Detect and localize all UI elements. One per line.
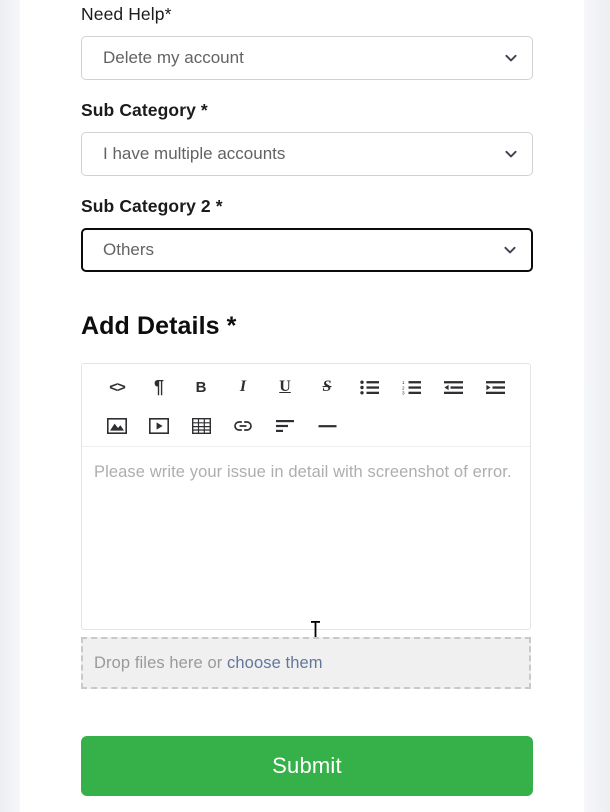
strikethrough-icon[interactable]: S xyxy=(306,375,348,399)
indent-icon[interactable] xyxy=(474,375,516,399)
need-help-selected-value: Delete my account xyxy=(103,48,244,67)
italic-icon[interactable]: I xyxy=(222,375,264,399)
field-sub-category: Sub Category * I have multiple accounts xyxy=(81,100,533,176)
page-root: Need Help* Delete my account Sub Categor… xyxy=(0,0,610,812)
strikethrough-icon-glyph: S xyxy=(322,378,332,395)
code-icon[interactable]: <> xyxy=(96,375,138,399)
table-icon[interactable] xyxy=(180,414,222,438)
bold-icon[interactable]: B xyxy=(180,375,222,399)
paragraph-icon[interactable]: ¶ xyxy=(138,375,180,399)
form-card: Need Help* Delete my account Sub Categor… xyxy=(20,0,584,812)
horizontal-rule-icon[interactable] xyxy=(306,414,348,438)
italic-icon-glyph: I xyxy=(239,378,247,395)
page-gutter-right xyxy=(584,0,610,812)
field-sub-category-2-label: Sub Category 2 * xyxy=(81,196,223,216)
sub-category-selected-value: I have multiple accounts xyxy=(103,144,286,163)
sub-category-2-select[interactable]: Others xyxy=(81,228,533,272)
editor-toolbar-row-1: <> ¶ B I U S 1 2 3 xyxy=(96,374,516,400)
dropzone-prompt: Drop files here or xyxy=(94,653,228,672)
editor-text-area[interactable]: Please write your issue in detail with s… xyxy=(82,447,530,640)
editor-toolbar: <> ¶ B I U S 1 2 3 xyxy=(82,364,530,447)
field-sub-category-label: Sub Category * xyxy=(81,100,208,120)
field-sub-category-2: Sub Category 2 * Others xyxy=(81,196,533,272)
chevron-down-icon xyxy=(504,147,518,161)
video-icon[interactable] xyxy=(138,414,180,438)
sub-category-select[interactable]: I have multiple accounts xyxy=(81,132,533,176)
unordered-list-icon[interactable] xyxy=(348,375,390,399)
svg-text:3: 3 xyxy=(402,390,405,394)
submit-button[interactable]: Submit xyxy=(81,736,533,796)
underline-icon[interactable]: U xyxy=(264,375,306,399)
need-help-select[interactable]: Delete my account xyxy=(81,36,533,80)
choose-files-link[interactable]: choose them xyxy=(227,654,323,672)
dropzone-text: Drop files here or choose them xyxy=(94,654,323,673)
svg-text:1: 1 xyxy=(402,380,405,385)
editor-placeholder: Please write your issue in detail with s… xyxy=(94,463,512,481)
sub-category-2-selected-value: Others xyxy=(103,240,155,259)
image-icon[interactable] xyxy=(96,414,138,438)
paragraph-icon-glyph: ¶ xyxy=(153,377,164,397)
ordered-list-icon[interactable]: 1 2 3 xyxy=(390,375,432,399)
field-need-help: Need Help* Delete my account xyxy=(81,4,533,80)
field-need-help-label: Need Help* xyxy=(81,4,172,24)
outdent-icon[interactable] xyxy=(432,375,474,399)
bold-icon-glyph: B xyxy=(195,378,207,396)
file-dropzone[interactable]: Drop files here or choose them xyxy=(81,637,531,689)
rich-text-editor: <> ¶ B I U S 1 2 3 Please write your iss… xyxy=(81,363,531,640)
chevron-down-icon xyxy=(504,51,518,65)
chevron-down-icon xyxy=(503,243,517,257)
underline-icon-glyph: U xyxy=(279,378,291,395)
link-icon[interactable] xyxy=(222,414,264,438)
add-details-heading: Add Details * xyxy=(81,312,237,340)
align-icon[interactable] xyxy=(264,414,306,438)
code-icon-glyph: <> xyxy=(109,378,126,396)
editor-toolbar-row-2 xyxy=(96,413,516,439)
page-gutter-left xyxy=(0,0,20,812)
